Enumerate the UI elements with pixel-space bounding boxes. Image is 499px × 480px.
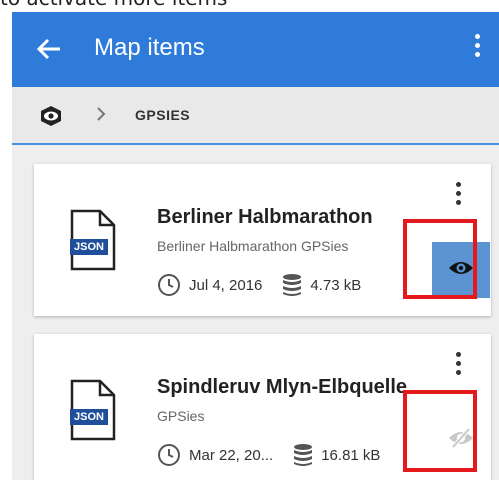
- item-title: Spindleruv Mlyn-Elbquelle: [157, 376, 408, 398]
- item-date: Jul 4, 2016: [189, 276, 263, 294]
- item-subtitle: Berliner Halbmarathon GPSies: [157, 238, 349, 254]
- item-meta: Jul 4, 2016 4.73 kB: [157, 272, 361, 298]
- more-vert-icon[interactable]: [471, 34, 483, 66]
- app-screen: Map items GPSIES JSON Berliner Halbmarat…: [12, 12, 499, 480]
- clock-icon: [157, 443, 181, 467]
- instruction-caption: to activate more items: [0, 0, 499, 12]
- highlight-box: [403, 219, 477, 299]
- clock-icon: [157, 273, 181, 297]
- breadcrumb-current[interactable]: GPSIES: [135, 107, 190, 123]
- item-size: 16.81 kB: [321, 446, 381, 464]
- highlight-box: [403, 390, 477, 472]
- file-type-label: JSON: [74, 411, 104, 423]
- database-icon: [282, 273, 302, 297]
- item-title: Berliner Halbmarathon: [157, 206, 373, 228]
- item-size: 4.73 kB: [310, 276, 362, 294]
- page-title: Map items: [94, 34, 205, 61]
- file-type-label: JSON: [74, 241, 104, 253]
- arrow-back-icon[interactable]: [32, 32, 66, 66]
- breadcrumb: GPSIES: [12, 87, 499, 145]
- map-items-root-icon[interactable]: [40, 105, 62, 127]
- item-subtitle: GPSies: [157, 408, 205, 424]
- chevron-right-icon: [94, 104, 108, 124]
- app-bar: Map items: [12, 12, 499, 87]
- item-menu-icon[interactable]: [453, 352, 463, 382]
- database-icon: [293, 443, 313, 467]
- item-meta: Mar 22, 20... 16.81 kB: [157, 442, 380, 468]
- item-menu-icon[interactable]: [453, 182, 463, 212]
- item-date: Mar 22, 20...: [189, 446, 274, 464]
- json-file-icon: JSON: [68, 379, 118, 441]
- json-file-icon: JSON: [68, 209, 118, 271]
